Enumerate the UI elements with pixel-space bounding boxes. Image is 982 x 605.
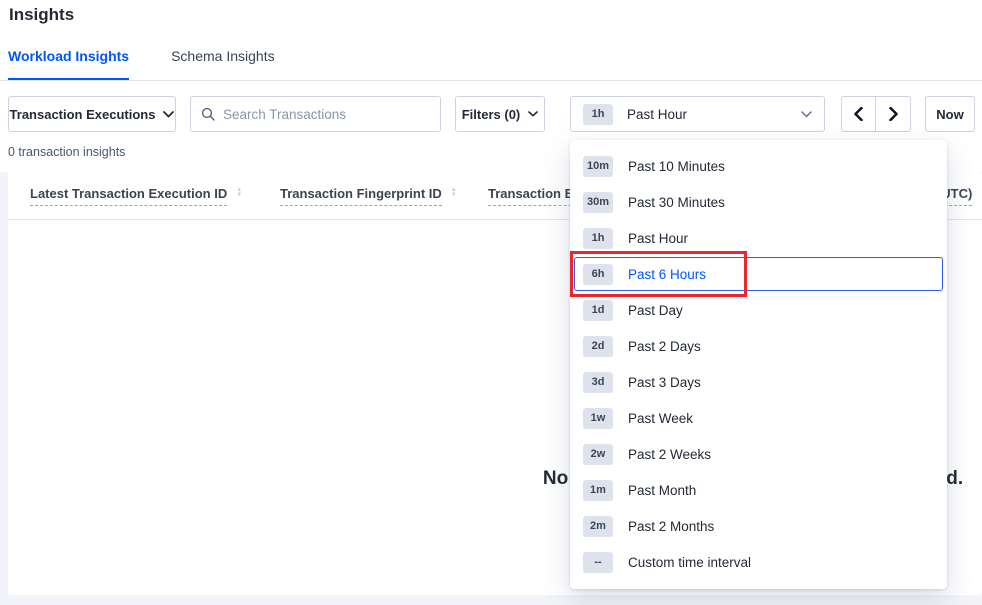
time-option-badge: 2w xyxy=(583,444,613,465)
now-label: Now xyxy=(936,107,963,122)
time-option-badge: -- xyxy=(583,552,613,573)
tab-divider xyxy=(0,80,982,81)
time-option-label: Past 2 Days xyxy=(628,339,701,354)
time-option-1m[interactable]: 1m Past Month xyxy=(574,473,943,507)
time-option-label: Past 2 Weeks xyxy=(628,447,711,462)
time-option-label: Past Month xyxy=(628,483,696,498)
column-header-label: Latest Transaction Execution ID xyxy=(30,186,227,206)
time-option-label: Past Week xyxy=(628,411,693,426)
filters-dropdown[interactable]: Filters (0) xyxy=(455,96,545,132)
time-option-30m[interactable]: 30m Past 30 Minutes xyxy=(574,185,943,219)
chevron-right-icon xyxy=(889,107,898,121)
chevron-down-icon xyxy=(528,111,538,117)
time-interval-badge: 1h xyxy=(583,104,613,125)
tab-workload-insights[interactable]: Workload Insights xyxy=(8,48,129,81)
tab-bar: Workload Insights Schema Insights xyxy=(8,48,275,81)
chevron-left-icon xyxy=(854,107,863,121)
time-option-badge: 1h xyxy=(583,228,613,249)
filters-label: Filters (0) xyxy=(462,107,521,122)
chevron-down-icon xyxy=(801,111,812,118)
column-header-label: Transaction Fingerprint ID xyxy=(280,186,442,206)
time-option-custom[interactable]: -- Custom time interval xyxy=(574,545,943,579)
search-transactions-box[interactable] xyxy=(190,96,441,132)
time-option-badge: 1d xyxy=(583,300,613,321)
insights-page: Insights Workload Insights Schema Insigh… xyxy=(0,0,982,605)
time-option-badge: 6h xyxy=(583,264,613,285)
time-option-label: Custom time interval xyxy=(628,555,751,570)
page-title: Insights xyxy=(9,5,74,25)
insights-count: 0 transaction insights xyxy=(8,145,125,159)
column-header-0[interactable]: Latest Transaction Execution ID ▲▼ xyxy=(30,186,242,206)
sort-icon[interactable]: ▲▼ xyxy=(451,188,457,198)
time-interval-dropdown-trigger[interactable]: 1h Past Hour xyxy=(570,96,825,132)
time-option-label: Past 10 Minutes xyxy=(628,159,725,174)
time-option-1d[interactable]: 1d Past Day xyxy=(574,293,943,327)
sort-icon[interactable]: ▲▼ xyxy=(236,188,242,198)
time-option-label: Past 2 Months xyxy=(628,519,714,534)
time-option-1w[interactable]: 1w Past Week xyxy=(574,401,943,435)
time-option-label: Past 6 Hours xyxy=(628,267,706,282)
time-option-badge: 30m xyxy=(583,192,613,213)
time-option-badge: 3d xyxy=(583,372,613,393)
time-interval-dropdown-menu: 10m Past 10 Minutes 30m Past 30 Minutes 1h Pa… xyxy=(570,140,947,589)
time-option-badge: 1w xyxy=(583,408,613,429)
previous-interval-button[interactable] xyxy=(841,96,876,132)
time-option-badge: 2d xyxy=(583,336,613,357)
time-option-badge: 1m xyxy=(583,480,613,501)
column-header-1[interactable]: Transaction Fingerprint ID ▲▼ xyxy=(280,186,457,206)
tab-schema-insights[interactable]: Schema Insights xyxy=(171,48,275,81)
chevron-down-icon xyxy=(163,111,174,118)
time-option-label: Past 3 Days xyxy=(628,375,701,390)
time-interval-label: Past Hour xyxy=(627,107,687,122)
time-option-label: Past Hour xyxy=(628,231,688,246)
time-interval-arrows xyxy=(841,96,911,132)
search-icon xyxy=(201,107,215,121)
time-option-10m[interactable]: 10m Past 10 Minutes xyxy=(574,149,943,183)
time-option-1h[interactable]: 1h Past Hour xyxy=(574,221,943,255)
time-option-2m[interactable]: 2m Past 2 Months xyxy=(574,509,943,543)
time-option-6h[interactable]: 6h Past 6 Hours xyxy=(574,257,943,291)
next-interval-button[interactable] xyxy=(876,96,911,132)
time-option-label: Past Day xyxy=(628,303,683,318)
time-option-badge: 10m xyxy=(583,156,613,177)
time-option-badge: 2m xyxy=(583,516,613,537)
workload-type-dropdown[interactable]: Transaction Executions xyxy=(8,96,176,132)
now-button[interactable]: Now xyxy=(925,96,975,132)
workload-type-label: Transaction Executions xyxy=(10,107,156,122)
time-option-label: Past 30 Minutes xyxy=(628,195,725,210)
search-transactions-input[interactable] xyxy=(223,107,430,122)
time-option-2d[interactable]: 2d Past 2 Days xyxy=(574,329,943,363)
time-option-2w[interactable]: 2w Past 2 Weeks xyxy=(574,437,943,471)
time-option-3d[interactable]: 3d Past 3 Days xyxy=(574,365,943,399)
